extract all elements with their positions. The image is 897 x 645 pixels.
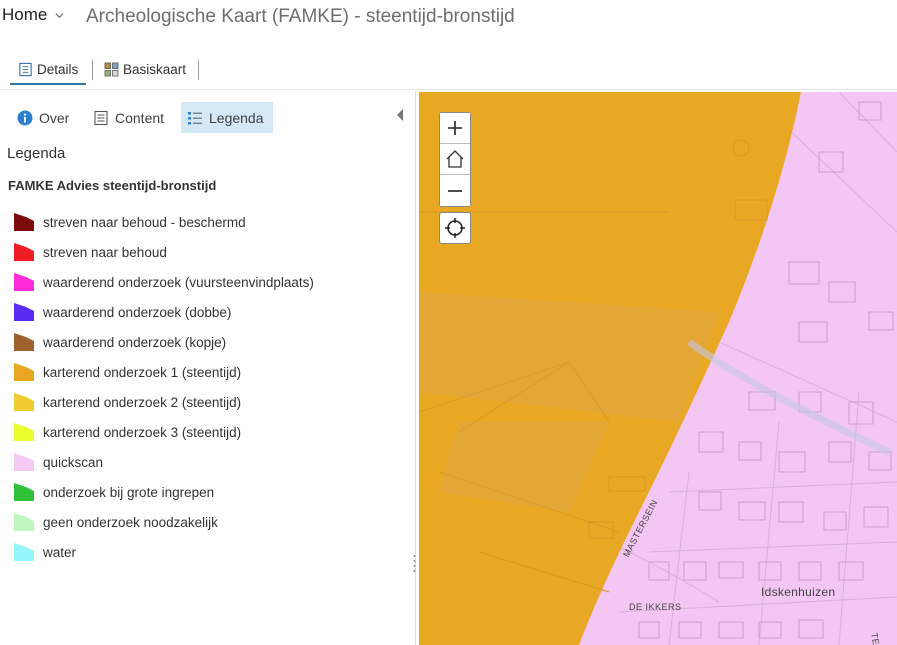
legend-label: karterend onderzoek 1 (steentijd) [43,364,242,380]
legend-swatch [14,273,34,291]
info-icon [17,110,33,125]
map-label-place: Idskenhuizen [761,585,836,599]
legend-label: water [43,544,77,560]
page-title: Archeologische Kaart (FAMKE) - steentijd… [86,6,515,27]
details-button[interactable]: Details [18,58,78,80]
legend-swatch [14,393,34,411]
legend-item: waarderend onderzoek (kopje) [14,327,314,357]
map-label-road: DE IKKERS [629,602,682,612]
legend-swatch [14,483,34,501]
details-panel: Over Content Legenda Legenda FAMKE Advie… [0,91,416,645]
home-extent-icon [446,150,464,168]
home-extent-button[interactable] [440,144,470,175]
legend-item: karterend onderzoek 3 (steentijd) [14,417,314,447]
legend-label: waarderend onderzoek (vuursteenvindplaat… [43,274,314,290]
tab-content-label: Content [115,109,165,126]
collapse-panel-icon[interactable] [396,109,404,121]
zoom-control [439,112,471,207]
legend-swatch [14,453,34,471]
app-header: Home Archeologische Kaart (FAMKE) - stee… [0,0,897,44]
legend-label: onderzoek bij grote ingrepen [43,484,215,500]
legend-item: onderzoek bij grote ingrepen [14,477,314,507]
home-menu[interactable]: Home [2,5,64,25]
home-label: Home [2,5,48,24]
zoom-in-icon [448,121,462,135]
legend-label: geen onderzoek noodzakelijk [43,514,218,530]
legend-swatch [14,363,34,381]
legend-label: streven naar behoud [43,244,167,260]
tab-content[interactable]: Content [87,102,170,133]
basemap-gallery-icon [104,62,119,76]
legend-item: streven naar behoud [14,237,314,267]
legend-item: streven naar behoud - beschermd [14,207,314,237]
map-canvas [419,92,897,645]
legend-list-icon [188,111,202,124]
legend-item: waarderend onderzoek (dobbe) [14,297,314,327]
tab-legenda-label: Legenda [209,109,264,126]
legend-swatch [14,303,34,321]
tab-over-label: Over [39,109,70,126]
panel-resize-handle[interactable] [413,553,416,573]
legend-swatch [14,543,34,561]
legend-list: streven naar behoud - beschermd streven n… [14,207,314,567]
active-tab-indicator [10,83,86,85]
chevron-down-icon [55,12,64,18]
legend-swatch [14,423,34,441]
tab-legenda[interactable]: Legenda [181,102,273,133]
legend-swatch [14,213,34,231]
details-label: Details [37,61,79,77]
legend-swatch [14,243,34,261]
zoom-out-icon [448,189,462,192]
legend-item: water [14,537,314,567]
legend-label: quickscan [43,454,104,470]
locate-button[interactable] [439,212,471,244]
toolbar-divider [198,60,199,80]
legend-item: waarderend onderzoek (vuursteenvindplaat… [14,267,314,297]
locate-icon [445,218,465,238]
legend-swatch [14,333,34,351]
legend-item: geen onderzoek noodzakelijk [14,507,314,537]
legend-item: karterend onderzoek 2 (steentijd) [14,387,314,417]
legend-layer-title: FAMKE Advies steentijd-bronstijd [8,178,217,193]
legend-label: karterend onderzoek 3 (steentijd) [43,424,242,440]
zoom-out-button[interactable] [440,175,470,206]
toolbar-divider [92,60,93,80]
legend-label: waarderend onderzoek (kopje) [43,334,227,350]
zoom-in-button[interactable] [440,113,470,144]
legend-swatch [14,513,34,531]
legend-item: karterend onderzoek 1 (steentijd) [14,357,314,387]
legend-label: waarderend onderzoek (dobbe) [43,304,232,320]
details-icon [19,62,32,76]
legend-item: quickscan [14,447,314,477]
basiskaart-label: Basiskaart [123,61,187,77]
legend-label: karterend onderzoek 2 (steentijd) [43,394,242,410]
legend-label: streven naar behoud - beschermd [43,214,246,230]
toolbar: Details Basiskaart [0,46,897,90]
tab-over[interactable]: Over [11,102,75,133]
content-icon [94,110,108,125]
panel-title: Legenda [7,145,66,162]
basiskaart-button[interactable]: Basiskaart [104,58,186,80]
map-view[interactable]: Idskenhuizen MASTERSEIN DE IKKERS TERSY [419,92,897,645]
